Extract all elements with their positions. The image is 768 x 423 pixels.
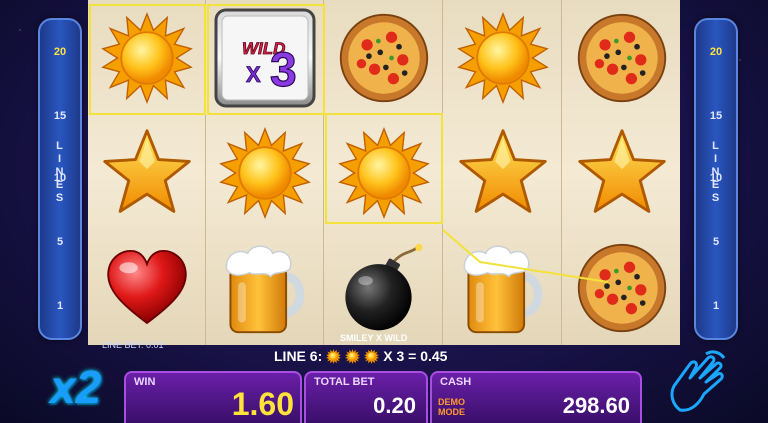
line-payout: X 3 = 0.45 xyxy=(383,348,448,364)
sun-icon xyxy=(345,348,361,364)
cash-label: CASH xyxy=(440,376,472,388)
cash-value: 298.60 xyxy=(562,393,630,418)
win-combo-label: SMILEY X WILD xyxy=(340,333,408,343)
reels-area: WILD X 3 xyxy=(88,0,680,345)
line-10-button[interactable]: 10 xyxy=(696,172,736,184)
line-bet-label: LINE BET: 0.01 xyxy=(102,340,164,350)
line-20-button[interactable]: 20 xyxy=(696,46,736,58)
cash-panel: CASH DEMO MODE 298.60 xyxy=(430,371,642,423)
line-5-button[interactable]: 5 xyxy=(40,236,80,248)
lines-panel-left: 20 15 LINES 10 5 1 xyxy=(38,18,82,340)
demo-mode-label: DEMO MODE xyxy=(438,397,465,417)
line-win-info: LINE 6: X 3 = 0.45 xyxy=(274,348,447,364)
line-1-button[interactable]: 1 xyxy=(40,300,80,312)
total-bet-label: TOTAL BET xyxy=(314,376,375,388)
payline-6 xyxy=(442,229,609,283)
line-20-button[interactable]: 20 xyxy=(40,46,80,58)
multiplier-display: x2 xyxy=(50,361,102,413)
hand-icon[interactable] xyxy=(660,348,730,418)
line-15-button[interactable]: 15 xyxy=(696,110,736,122)
lines-panel-right: 20 15 LINES 10 5 1 xyxy=(694,18,738,340)
win-panel: WIN 1.60 xyxy=(124,371,302,423)
line-10-button[interactable]: 10 xyxy=(40,172,80,184)
line-number: LINE 6: xyxy=(274,348,323,364)
sun-icon xyxy=(326,348,342,364)
line-1-button[interactable]: 1 xyxy=(696,300,736,312)
win-label: WIN xyxy=(134,376,156,388)
win-value: 1.60 xyxy=(231,386,294,422)
total-bet-panel[interactable]: TOTAL BET 0.20 xyxy=(304,371,428,423)
line-5-button[interactable]: 5 xyxy=(696,236,736,248)
sun-icon xyxy=(364,348,380,364)
line-15-button[interactable]: 15 xyxy=(40,110,80,122)
total-bet-value: 0.20 xyxy=(373,393,416,418)
